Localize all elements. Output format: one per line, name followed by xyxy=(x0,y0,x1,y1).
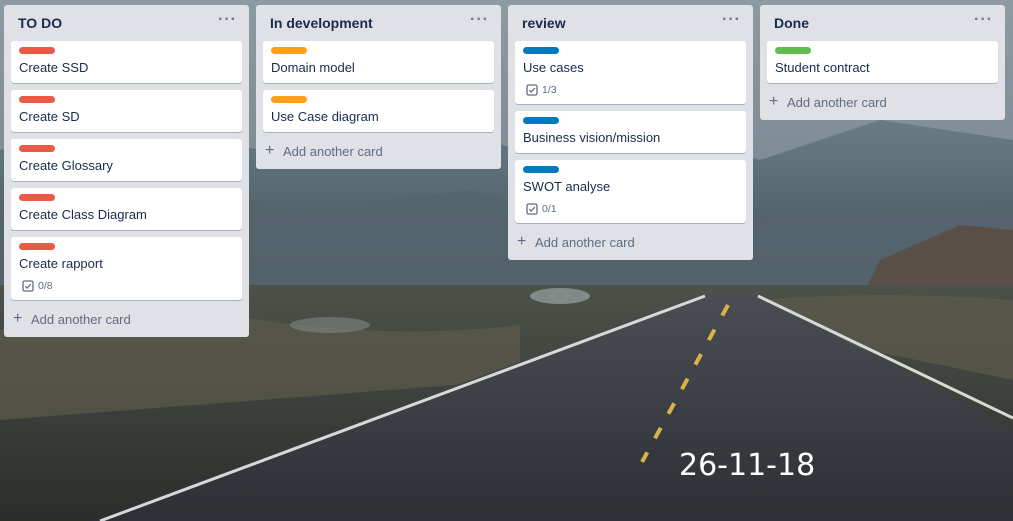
list-todo: TO DO ··· Create SSD Create SD Create Gl… xyxy=(4,5,249,337)
add-card-button[interactable]: + Add another card xyxy=(767,90,998,114)
more-horizontal-icon[interactable]: ··· xyxy=(218,11,237,29)
checklist-count: 0/8 xyxy=(38,280,53,292)
plus-icon: + xyxy=(517,233,527,250)
card[interactable]: Domain model xyxy=(263,41,494,83)
add-card-label: Add another card xyxy=(31,311,131,327)
card-label-blue xyxy=(523,117,559,124)
card[interactable]: SWOT analyse 0/1 xyxy=(515,160,746,223)
card-label-blue xyxy=(523,47,559,54)
list-title[interactable]: review xyxy=(522,15,566,31)
card-title: Domain model xyxy=(271,60,355,75)
card[interactable]: Create Glossary xyxy=(11,139,242,181)
card[interactable]: Create rapport 0/8 xyxy=(11,237,242,300)
date-stamp: 26-11-18 xyxy=(679,448,816,483)
list-review: review ··· Use cases 1/3 Business vision… xyxy=(508,5,753,260)
card-title: Use cases xyxy=(523,60,584,75)
list-header[interactable]: In development ··· xyxy=(256,5,501,41)
card-label-red xyxy=(19,145,55,152)
add-card-label: Add another card xyxy=(535,234,635,250)
more-horizontal-icon[interactable]: ··· xyxy=(470,11,489,29)
card-title: Business vision/mission xyxy=(523,130,661,145)
card-title: Create SSD xyxy=(19,60,89,75)
card[interactable]: Student contract xyxy=(767,41,998,83)
list-header[interactable]: review ··· xyxy=(508,5,753,41)
list-in-development: In development ··· Domain model Use Case… xyxy=(256,5,501,169)
checklist-badge: 0/1 xyxy=(526,202,738,216)
add-card-label: Add another card xyxy=(283,143,383,159)
list-header[interactable]: Done ··· xyxy=(760,5,1005,41)
plus-icon: + xyxy=(13,310,23,327)
checklist-count: 1/3 xyxy=(542,84,557,96)
checklist-badge: 0/8 xyxy=(22,279,234,293)
card-title: Use Case diagram xyxy=(271,109,379,124)
list-title[interactable]: Done xyxy=(774,15,809,31)
add-card-button[interactable]: + Add another card xyxy=(263,139,494,163)
plus-icon: + xyxy=(265,142,275,159)
list-header[interactable]: TO DO ··· xyxy=(4,5,249,41)
list-title[interactable]: In development xyxy=(270,15,373,31)
card-title: Create SD xyxy=(19,109,80,124)
card-title: SWOT analyse xyxy=(523,179,611,194)
add-card-label: Add another card xyxy=(787,94,887,110)
card-label-red xyxy=(19,47,55,54)
checklist-icon xyxy=(22,280,34,292)
checklist-icon xyxy=(526,84,538,96)
more-horizontal-icon[interactable]: ··· xyxy=(974,11,993,29)
card[interactable]: Use Case diagram xyxy=(263,90,494,132)
list-title[interactable]: TO DO xyxy=(18,15,62,31)
card[interactable]: Create SD xyxy=(11,90,242,132)
card-label-green xyxy=(775,47,811,54)
plus-icon: + xyxy=(769,93,779,110)
card[interactable]: Create SSD xyxy=(11,41,242,83)
card-title: Create Glossary xyxy=(19,158,113,173)
card[interactable]: Create Class Diagram xyxy=(11,188,242,230)
card-label-orange xyxy=(271,96,307,103)
card-title: Student contract xyxy=(775,60,870,75)
add-card-button[interactable]: + Add another card xyxy=(515,230,746,254)
add-card-button[interactable]: + Add another card xyxy=(11,307,242,331)
checklist-icon xyxy=(526,203,538,215)
card-label-red xyxy=(19,96,55,103)
more-horizontal-icon[interactable]: ··· xyxy=(722,11,741,29)
card[interactable]: Use cases 1/3 xyxy=(515,41,746,104)
card-label-red xyxy=(19,194,55,201)
card-label-blue xyxy=(523,166,559,173)
checklist-badge: 1/3 xyxy=(526,83,738,97)
checklist-count: 0/1 xyxy=(542,203,557,215)
card[interactable]: Business vision/mission xyxy=(515,111,746,153)
list-done: Done ··· Student contract + Add another … xyxy=(760,5,1005,120)
card-title: Create Class Diagram xyxy=(19,207,147,222)
card-label-red xyxy=(19,243,55,250)
card-label-orange xyxy=(271,47,307,54)
card-title: Create rapport xyxy=(19,256,103,271)
